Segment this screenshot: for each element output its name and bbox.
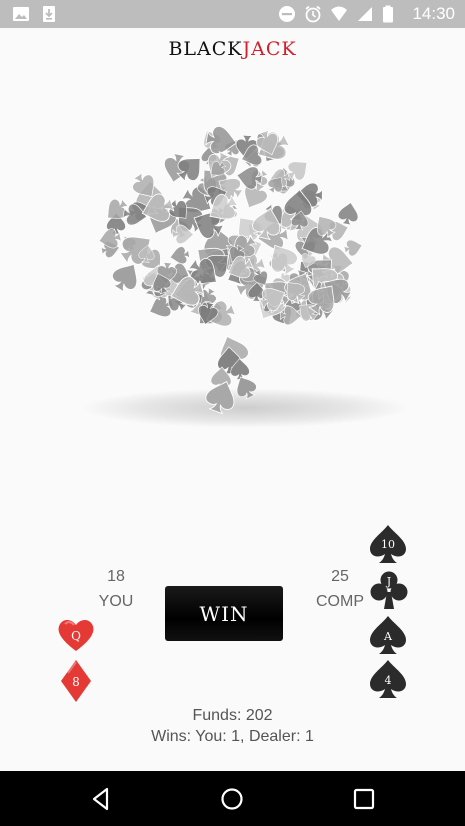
download-icon <box>40 5 58 23</box>
funds-text: Funds: 202 <box>192 707 273 724</box>
player-score: 18 <box>107 568 125 585</box>
dealer-card-ace-spades: A <box>369 615 407 655</box>
alarm-icon <box>304 5 322 23</box>
navigation-bar <box>0 771 465 826</box>
signal-icon <box>356 5 374 23</box>
app-title-black: BLACK <box>168 38 243 60</box>
back-icon[interactable] <box>88 786 114 812</box>
card-rank: J <box>386 575 391 588</box>
result-button[interactable]: WIN <box>165 586 283 641</box>
wifi-icon <box>330 5 348 23</box>
do-not-disturb-icon <box>278 5 296 23</box>
wins-text: Wins: You: 1, Dealer: 1 <box>151 728 314 745</box>
app-title-red: JACK <box>242 38 297 60</box>
card-rank: Q <box>71 629 81 643</box>
status-time: 14:30 <box>412 4 455 23</box>
app-title: BLACKJACK <box>0 38 465 60</box>
player-label: YOU <box>98 593 134 610</box>
player-card-queen-hearts: Q <box>56 617 96 653</box>
card-rank: 10 <box>381 538 395 551</box>
battery-icon <box>382 5 400 23</box>
dealer-card-ten-spades: 10 <box>369 524 407 564</box>
image-icon <box>12 5 30 23</box>
card-rank: 4 <box>385 674 392 687</box>
status-bar: 14:30 <box>0 0 465 28</box>
dealer-score: 25 <box>331 568 349 585</box>
dealer-card-jack-clubs: J <box>369 570 409 610</box>
recents-icon[interactable] <box>351 786 377 812</box>
card-rank: A <box>383 630 393 643</box>
spade-logo-icon <box>98 126 363 415</box>
dealer-card-four-spades: 4 <box>369 659 407 699</box>
dealer-label: COMP <box>316 593 364 610</box>
player-card-eight-diamonds: 8 <box>60 659 92 703</box>
home-icon[interactable] <box>219 786 245 812</box>
card-rank: 8 <box>72 675 80 689</box>
